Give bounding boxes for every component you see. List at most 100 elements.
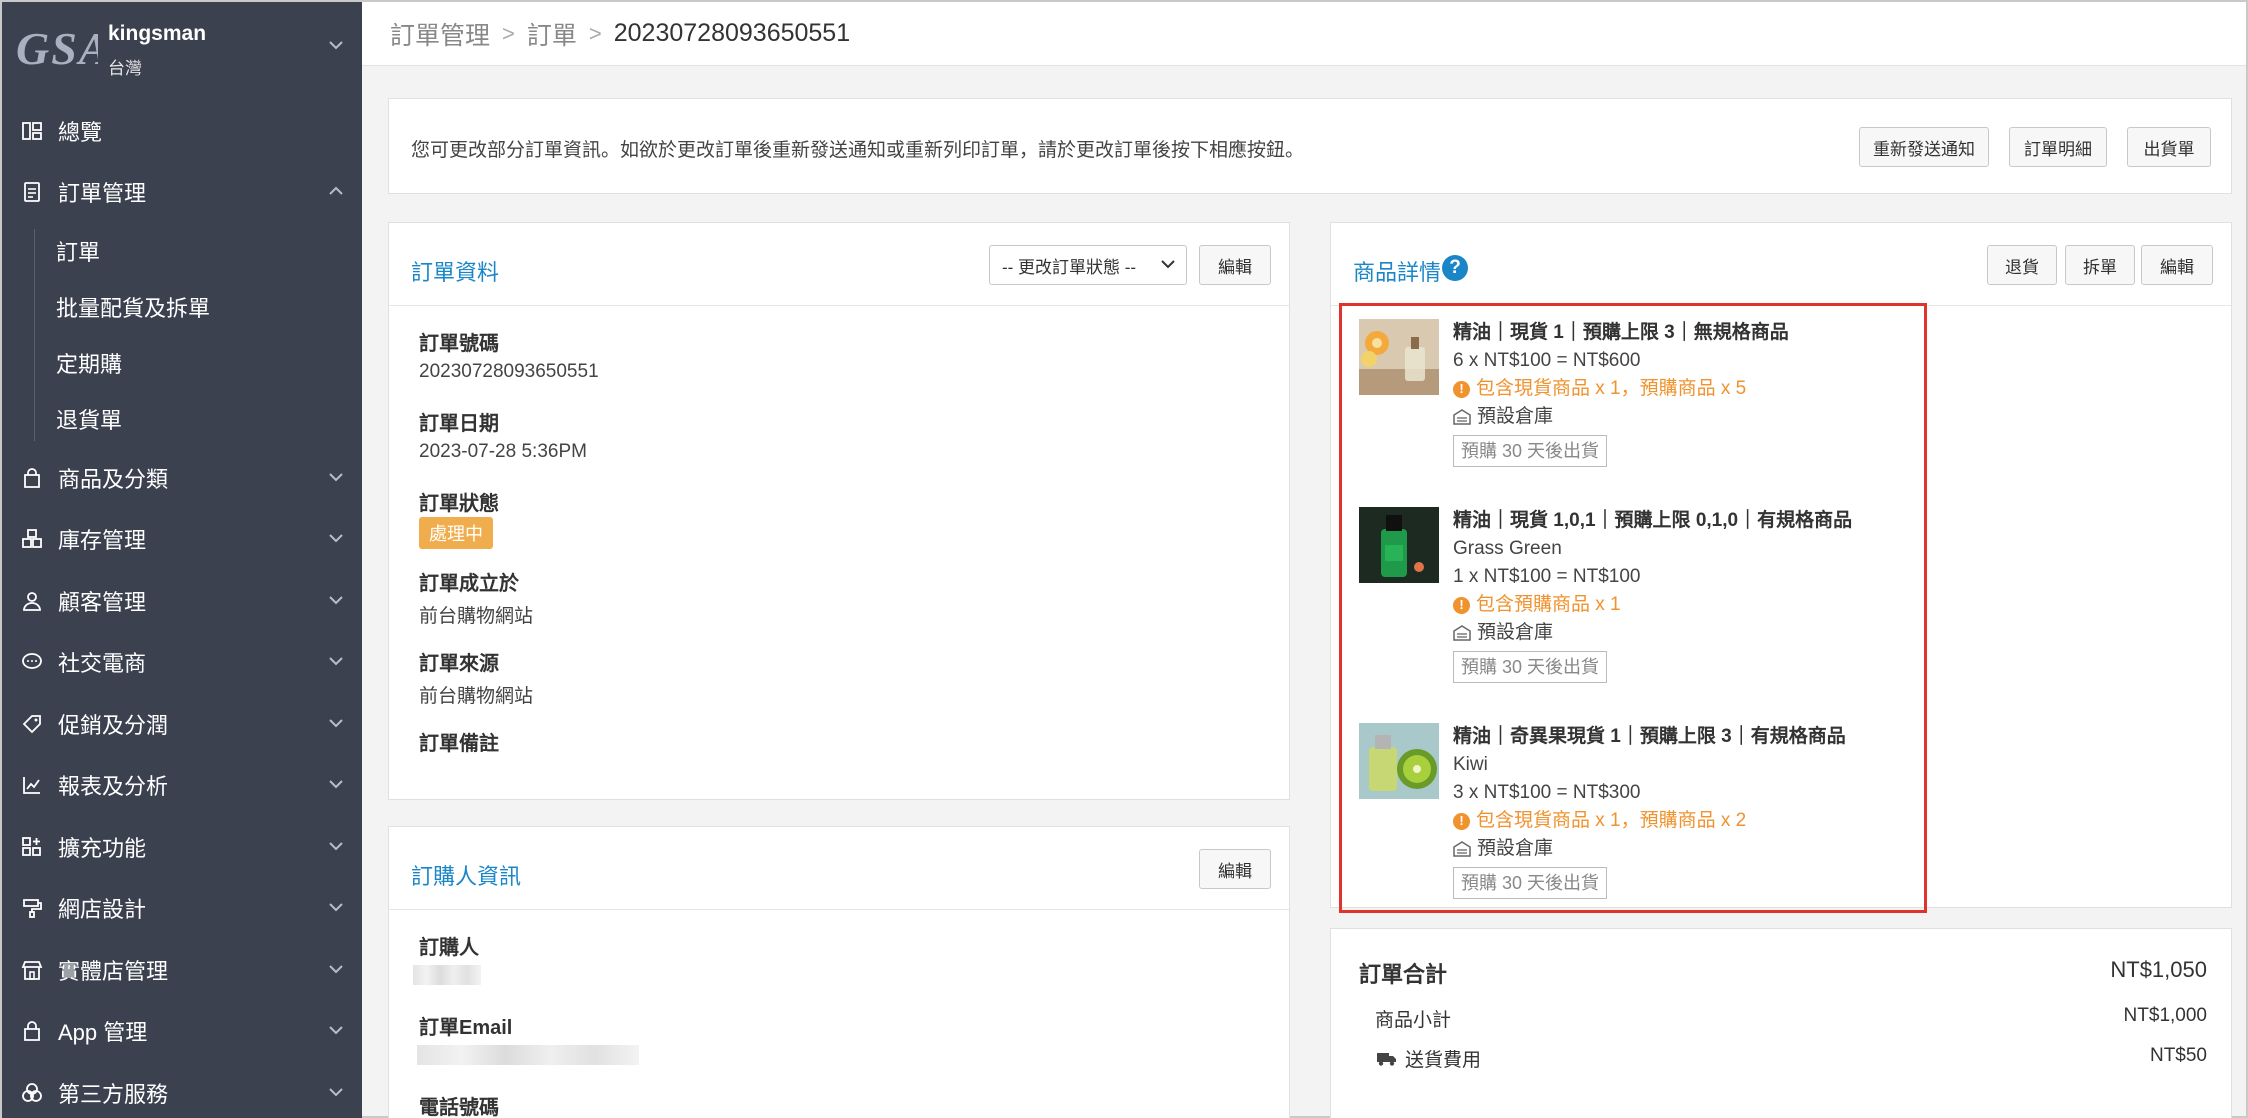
buyer-name-label: 訂購人 [419,937,479,959]
warehouse-name: 預設倉庫 [1477,838,1554,859]
chevron-up-icon [328,186,344,196]
sidebar-item-promotions[interactable]: 促銷及分潤 [2,693,362,755]
split-order-button[interactable]: 拆單 [2065,245,2135,285]
exclamation-icon: ! [1453,596,1470,614]
sidebar-item-third-party[interactable]: 第三方服務 [2,1062,362,1118]
sidebar-item-reports[interactable]: 報表及分析 [2,755,362,817]
warehouse-icon [1453,841,1471,857]
product-price-line: 3 x NT$100 = NT$300 [1453,782,1641,803]
preorder-warning-text: 包含現貨商品 x 1，預購商品 x 5 [1476,378,1747,399]
redacted-buyer-name [413,965,481,985]
order-number-value: 20230728093650551 [419,361,599,382]
product-name[interactable]: 精油｜奇異果現貨 1｜預購上限 3｜有規格商品 [1453,723,1933,751]
sidebar-item-inventory[interactable]: 庫存管理 [2,509,362,571]
chevron-down-icon [328,841,344,851]
chevron-down-icon [328,718,344,728]
sidebar-subitem-returns[interactable]: 退貨單 [2,391,362,447]
return-button[interactable]: 退貨 [1987,245,2057,285]
buyer-edit-button[interactable]: 編輯 [1199,849,1271,889]
warehouse-icon [1453,625,1471,641]
warehouse: 預設倉庫 [1453,835,1933,863]
preorder-shipping-tag: 預購 30 天後出貨 [1453,435,1608,467]
order-edit-button[interactable]: 編輯 [1199,245,1271,285]
order-source-value: 前台購物網站 [419,686,534,707]
subtotal-label: 商品小計 [1375,1010,1452,1031]
order-status-select[interactable]: -- 更改訂單狀態 -- [989,245,1187,285]
product-thumbnail [1359,723,1439,799]
breadcrumb-separator: > [502,20,515,46]
sidebar-item-store-design[interactable]: 網店設計 [2,878,362,940]
preorder-warning: ! 包含預購商品 x 1 [1453,591,1933,619]
product-price-line: 6 x NT$100 = NT$600 [1453,350,1641,371]
chat-icon [20,650,44,674]
notice-panel: 您可更改部分訂單資訊。如欲於更改訂單後重新發送通知或重新列印訂單，請於更改訂單後… [388,98,2232,194]
help-icon[interactable]: ? [1442,255,1468,281]
dashboard-icon [20,119,44,143]
exclamation-icon: ! [1453,812,1470,830]
sidebar-subitem-batch-allocation[interactable]: 批量配貨及拆單 [2,279,362,335]
packing-slip-button[interactable]: 出貨單 [2127,127,2211,167]
sidebar-item-label: 實體店管理 [58,958,169,984]
breadcrumb: 訂單管理 > 訂單 > 20230728093650551 [362,2,2246,66]
notice-message: 您可更改部分訂單資訊。如欲於更改訂單後重新發送通知或重新列印訂單，請於更改訂單後… [411,140,1305,161]
product-name[interactable]: 精油｜現貨 1｜預購上限 3｜無規格商品 [1453,319,1933,347]
product-price-line: 1 x NT$100 = NT$100 [1453,566,1641,587]
sidebar-item-products[interactable]: 商品及分類 [2,447,362,509]
product-variant: Grass Green [1453,538,1562,559]
store-region: 台灣 [108,59,142,78]
order-status-select-value: -- 更改訂單狀態 -- [1002,257,1137,277]
breadcrumb-order-management[interactable]: 訂單管理 [390,16,490,52]
order-info-title: 訂單資料 [411,260,500,285]
preorder-shipping-tag: 預購 30 天後出貨 [1453,651,1608,683]
product-thumbnail [1359,507,1439,583]
shipping-fee-text: 送貨費用 [1405,1050,1482,1071]
breadcrumb-orders[interactable]: 訂單 [527,16,577,52]
chevron-down-icon [328,1025,344,1035]
status-badge: 處理中 [419,517,493,549]
lock-bag-icon [20,1019,44,1043]
redacted-buyer-email [417,1045,639,1065]
divider [389,909,1289,910]
product-edit-button[interactable]: 編輯 [2141,245,2213,285]
exclamation-icon: ! [1453,380,1470,398]
sidebar-item-app-management[interactable]: App 管理 [2,1001,362,1063]
sidebar-subitem-subscriptions[interactable]: 定期購 [2,335,362,391]
product-variant: Kiwi [1453,754,1488,775]
order-source-label: 訂單來源 [419,653,499,675]
chevron-down-icon [328,533,344,543]
sidebar-item-label: 第三方服務 [58,1081,169,1107]
store-switcher[interactable]: GSA kingsman 台灣 [2,2,362,100]
buyer-email-label: 訂單Email [419,1017,513,1039]
subtotal-value: NT$1,000 [2123,1005,2207,1026]
brand-logo: GSA [16,23,98,74]
sidebar-subitem-orders[interactable]: 訂單 [2,223,362,279]
order-total-label: 訂單合計 [1359,962,1448,987]
order-totals-panel: 訂單合計 NT$1,050 商品小計 NT$1,000 送貨費用 NT$50 [1330,928,2232,1118]
sidebar-item-label: 擴充功能 [58,835,147,861]
paint-roller-icon [20,896,44,920]
sidebar-item-social-commerce[interactable]: 社交電商 [2,632,362,694]
order-created-at-value: 前台購物網站 [419,606,534,627]
resend-notification-button[interactable]: 重新發送通知 [1859,127,1989,167]
chevron-down-icon [328,902,344,912]
chevron-down-icon [328,472,344,482]
chevron-down-icon [328,656,344,666]
chevron-down-icon [328,1087,344,1097]
sidebar-item-extensions[interactable]: 擴充功能 [2,816,362,878]
preorder-shipping-tag: 預購 30 天後出貨 [1453,867,1608,899]
product-name[interactable]: 精油｜現貨 1,0,1｜預購上限 0,1,0｜有規格商品 [1453,507,1933,535]
boxes-icon [20,527,44,551]
warehouse: 預設倉庫 [1453,619,1933,647]
sidebar-item-orders[interactable]: 訂單管理 [2,162,362,224]
order-details-button[interactable]: 訂單明細 [2009,127,2107,167]
sidebar-item-customers[interactable]: 顧客管理 [2,570,362,632]
sidebar-item-label: 訂單管理 [58,181,147,207]
sidebar-item-overview[interactable]: 總覽 [2,100,362,162]
preorder-warning-text: 包含預購商品 x 1 [1476,594,1621,615]
sidebar-item-retail-store[interactable]: 實體店管理 [2,939,362,1001]
chevron-down-icon [328,595,344,605]
sidebar-item-label: 顧客管理 [58,589,147,615]
store-icon [20,958,44,982]
sidebar-item-label: 網店設計 [58,897,147,923]
order-number-label: 訂單號碼 [419,333,499,355]
